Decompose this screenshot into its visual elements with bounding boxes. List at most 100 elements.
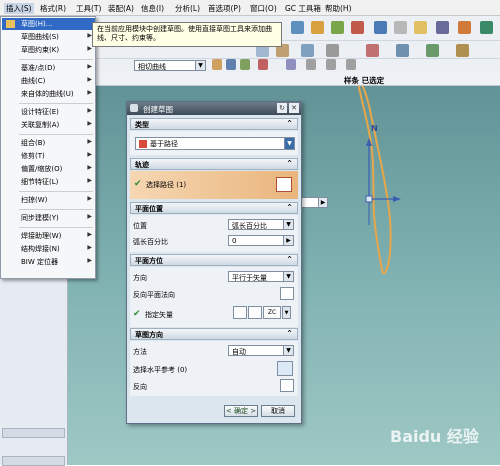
menu-item-datum-point[interactable]: 基准/点(D) ▶ xyxy=(2,62,95,74)
menu-item-sketch-constraint[interactable]: 草图约束(K) ▶ xyxy=(2,44,95,56)
horizontal-ref-icon[interactable] xyxy=(277,361,293,376)
tool-icon-1[interactable] xyxy=(291,21,304,34)
menu-insert[interactable]: 插入(S) xyxy=(4,3,34,14)
menu-preferences[interactable]: 首选项(P) xyxy=(208,3,241,14)
vector-zc-icon[interactable]: ZC xyxy=(263,306,281,319)
snap-icon-5[interactable] xyxy=(286,59,296,70)
tool-icon-8[interactable] xyxy=(436,21,449,34)
chevron-down-icon[interactable]: ▼ xyxy=(282,306,291,319)
collapse-icon[interactable]: ⌃ xyxy=(286,255,293,264)
axis-n-label: N xyxy=(371,124,378,133)
tool-icon-14[interactable] xyxy=(326,44,339,57)
menu-item-structure-weld[interactable]: 结构焊接(N) ▶ xyxy=(2,243,95,255)
snap-icon-4[interactable] xyxy=(258,59,268,70)
curve-select-icon[interactable] xyxy=(276,177,292,192)
snap-icon-3[interactable] xyxy=(240,59,250,70)
collapse-icon[interactable]: ⌃ xyxy=(286,159,293,168)
section-plane-position[interactable]: 平面位置 ⌃ xyxy=(130,202,298,214)
menu-item-sketch-curve[interactable]: 草图曲线(S) ▶ xyxy=(2,31,95,43)
tool-icon-3[interactable] xyxy=(331,21,344,34)
vector-reverse-icon[interactable] xyxy=(233,306,247,319)
type-select[interactable]: 基于路径 ▼ xyxy=(135,137,295,150)
tool-icon-5[interactable] xyxy=(374,21,387,34)
submenu-arrow-icon: ▶ xyxy=(87,257,92,264)
arc-percent-label: 弧长百分比 xyxy=(133,238,168,246)
menu-item-curve-from-body[interactable]: 来自体的曲线(U) ▶ xyxy=(2,88,95,100)
method-select[interactable]: 自动 ▼ xyxy=(228,345,294,356)
check-icon: ✔ xyxy=(133,309,141,319)
arc-percent-input[interactable]: 0 ▶ xyxy=(228,235,294,246)
menu-item-sweep[interactable]: 扫掠(W) ▶ xyxy=(2,194,95,206)
menu-assembly[interactable]: 装配(A) xyxy=(108,3,134,14)
screen-input[interactable]: ▶ xyxy=(300,197,328,208)
menu-help[interactable]: 帮助(H) xyxy=(325,3,352,14)
menu-item-sync-modeling[interactable]: 同步建模(Y) ▶ xyxy=(2,212,95,224)
menu-format[interactable]: 格式(R) xyxy=(40,3,66,14)
chevron-down-icon[interactable]: ▼ xyxy=(283,272,293,281)
reverse-direction-icon[interactable] xyxy=(280,287,294,300)
menu-item-offset-scale[interactable]: 偏置/缩放(O) ▶ xyxy=(2,163,95,175)
stepper-icon[interactable]: ▶ xyxy=(283,236,293,245)
ok-button[interactable]: < 确定 > xyxy=(224,405,258,417)
tool-icon-10[interactable] xyxy=(480,21,493,34)
menu-item-combine[interactable]: 组合(B) ▶ xyxy=(2,137,95,149)
menu-tools[interactable]: 工具(T) xyxy=(76,3,101,14)
submenu-arrow-icon: ▶ xyxy=(87,63,92,70)
menu-item-design-feature[interactable]: 设计特征(E) ▶ xyxy=(2,106,95,118)
section-track[interactable]: 轨迹 ⌃ xyxy=(130,158,298,170)
dialog-titlebar[interactable]: 创建草图 ↻ ✕ xyxy=(127,102,301,115)
tool-icon-16[interactable] xyxy=(396,44,409,57)
select-path-row[interactable]: ✔ 选择路径 (1) xyxy=(130,171,298,199)
menu-divider xyxy=(19,191,93,192)
snap-icon-7[interactable] xyxy=(326,59,336,70)
direction-select[interactable]: 平行于矢量 ▼ xyxy=(228,271,294,282)
vector-dialog-icon[interactable] xyxy=(248,306,262,319)
position-select[interactable]: 弧长百分比 ▼ xyxy=(228,219,294,230)
reset-icon[interactable]: ↻ xyxy=(277,103,287,113)
menu-gc-toolbox[interactable]: GC 工具箱 xyxy=(285,3,321,14)
tool-icon-2[interactable] xyxy=(311,21,324,34)
method-label: 方法 xyxy=(133,348,147,356)
menu-item-trim[interactable]: 修剪(T) ▶ xyxy=(2,150,95,162)
chevron-down-icon[interactable]: ▼ xyxy=(283,220,293,229)
menu-window[interactable]: 窗口(O) xyxy=(250,3,277,14)
tool-icon-4[interactable] xyxy=(351,21,364,34)
menu-item-curve[interactable]: 曲线(C) ▶ xyxy=(2,75,95,87)
menu-item-biw-locator[interactable]: BIW 定位器 ▶ xyxy=(2,256,95,268)
menu-analysis[interactable]: 分析(L) xyxy=(175,3,200,14)
tool-icon-18[interactable] xyxy=(456,44,469,57)
menu-info[interactable]: 信息(I) xyxy=(141,3,164,14)
chevron-down-icon[interactable]: ▼ xyxy=(284,138,294,149)
panel-scroll[interactable] xyxy=(2,428,65,438)
snap-icon-6[interactable] xyxy=(306,59,316,70)
section-sketch-direction[interactable]: 草图方向 ⌃ xyxy=(130,328,298,340)
collapse-icon[interactable]: ⌃ xyxy=(286,329,293,338)
close-icon[interactable]: ✕ xyxy=(289,103,299,113)
cancel-button[interactable]: 取消 xyxy=(261,405,295,417)
snap-icon-2[interactable] xyxy=(226,59,236,70)
tool-icon-7[interactable] xyxy=(414,21,427,34)
create-sketch-dialog: 创建草图 ↻ ✕ 类型 ⌃ 基于路径 ▼ 轨迹 ⌃ ✔ 选择路径 (1) 平面位置 ⌃… xyxy=(126,101,302,424)
section-plane-orientation[interactable]: 平面方位 ⌃ xyxy=(130,254,298,266)
stepper-icon[interactable]: ▶ xyxy=(318,198,327,207)
curve-rule-select[interactable]: 相切曲线 ▼ xyxy=(134,60,206,71)
menu-item-sketch[interactable]: 草图(H)... xyxy=(2,18,95,30)
chevron-down-icon[interactable]: ▼ xyxy=(283,346,293,355)
menu-item-weld-assistant[interactable]: 焊接助理(W) ▶ xyxy=(2,230,95,242)
collapse-icon[interactable]: ⌃ xyxy=(286,203,293,212)
menu-item-detail-feature[interactable]: 细节特征(L) ▶ xyxy=(2,176,95,188)
menu-divider xyxy=(19,59,93,60)
tool-icon-9[interactable] xyxy=(458,21,471,34)
select-path-label: 选择路径 (1) xyxy=(146,181,187,189)
tool-icon-15[interactable] xyxy=(366,44,379,57)
tool-icon-13[interactable] xyxy=(301,44,314,57)
chevron-down-icon[interactable]: ▼ xyxy=(195,61,205,70)
tool-icon-17[interactable] xyxy=(426,44,439,57)
reverse-icon[interactable] xyxy=(280,379,294,392)
section-type[interactable]: 类型 ⌃ xyxy=(130,118,298,130)
menu-item-associative-copy[interactable]: 关联复制(A) ▶ xyxy=(2,119,95,131)
snap-icon-8[interactable] xyxy=(346,59,356,70)
tool-icon-6[interactable] xyxy=(394,21,407,34)
collapse-icon[interactable]: ⌃ xyxy=(286,119,293,128)
snap-icon-1[interactable] xyxy=(212,59,222,70)
